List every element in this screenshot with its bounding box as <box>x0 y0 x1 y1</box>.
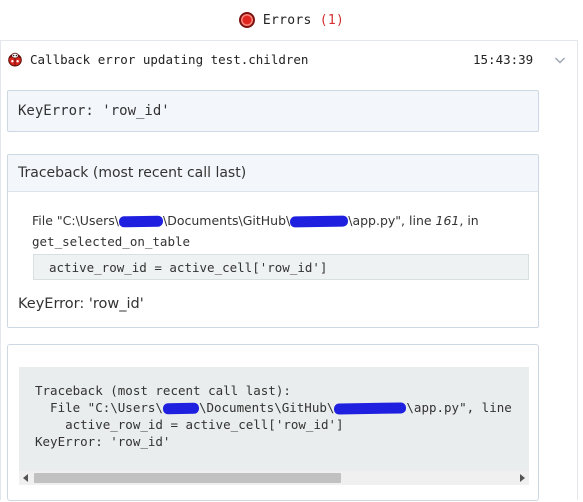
traceback-frame-location: File "C:\Users\ \Documents\GitHub\ \app.py… <box>32 213 479 228</box>
traceback-title: Traceback (most recent call last) <box>18 165 247 181</box>
frame-file-mid: \Documents\GitHub\ <box>163 213 291 228</box>
raw-line2-prefix: File "C:\Users\ <box>35 400 163 415</box>
raw-traceback-line: File "C:\Users\ \Documents\GitHub\ \app.py… <box>35 400 512 415</box>
redaction-repo-name <box>290 215 349 228</box>
error-message: KeyError: 'row_id' <box>18 103 170 119</box>
chevron-down-icon[interactable] <box>553 53 567 67</box>
traceback-header: Traceback (most recent call last) <box>8 155 538 192</box>
errors-count-open: ( <box>319 12 328 28</box>
error-message-box: KeyError: 'row_id' <box>7 90 539 132</box>
errors-header: Errors (1) <box>0 0 583 40</box>
raw-traceback-box: Traceback (most recent call last): File … <box>7 344 539 501</box>
frame-file-suffix: \app.py", line <box>348 213 436 228</box>
frame-code: active_row_id = active_cell['row_id'] <box>49 260 328 275</box>
redaction-repo-name <box>334 402 407 415</box>
errors-count: (1) <box>320 13 344 28</box>
error-summary-row[interactable]: Callback error updating test.children 15… <box>1 41 577 77</box>
frame-after-line: , in <box>459 213 479 228</box>
errors-count-value: 1 <box>327 12 337 28</box>
error-timestamp: 15:43:39 <box>473 52 534 67</box>
error-summary: Callback error updating test.children <box>30 52 309 67</box>
bug-icon <box>8 52 22 67</box>
raw-line2-mid: \Documents\GitHub\ <box>198 400 335 415</box>
traceback-box: Traceback (most recent call last) File "… <box>7 154 539 328</box>
traceback-final-error: KeyError: 'row_id' <box>18 296 144 312</box>
frame-line-number: 161 <box>435 213 460 228</box>
redaction-username <box>162 402 200 415</box>
error-panel: Callback error updating test.children 15… <box>0 40 578 501</box>
errors-title-label: Errors <box>262 12 312 28</box>
redaction-username <box>118 215 164 228</box>
frame-file-prefix: File "C:\Users\ <box>32 213 120 228</box>
raw-traceback-pre[interactable]: Traceback (most recent call last): File … <box>19 367 529 485</box>
scroll-left-arrow-icon[interactable] <box>23 474 28 482</box>
errors-count-close: ) <box>336 12 345 28</box>
scroll-right-arrow-icon[interactable] <box>520 474 525 482</box>
traceback-code-line: active_row_id = active_cell['row_id'] <box>33 254 529 280</box>
errors-title: Errors (1) <box>263 13 344 28</box>
horizontal-scrollbar[interactable] <box>19 471 529 485</box>
raw-traceback-line: Traceback (most recent call last): <box>35 383 291 398</box>
raw-traceback-line: KeyError: 'row_id' <box>35 434 171 449</box>
raw-traceback-line: active_row_id = active_cell['row_id'] <box>35 417 344 432</box>
scrollbar-thumb[interactable] <box>34 473 341 483</box>
raw-line2-suffix: \app.py", line <box>406 400 512 415</box>
error-dot-icon <box>238 12 255 28</box>
frame-function: get_selected_on_table <box>32 234 191 249</box>
